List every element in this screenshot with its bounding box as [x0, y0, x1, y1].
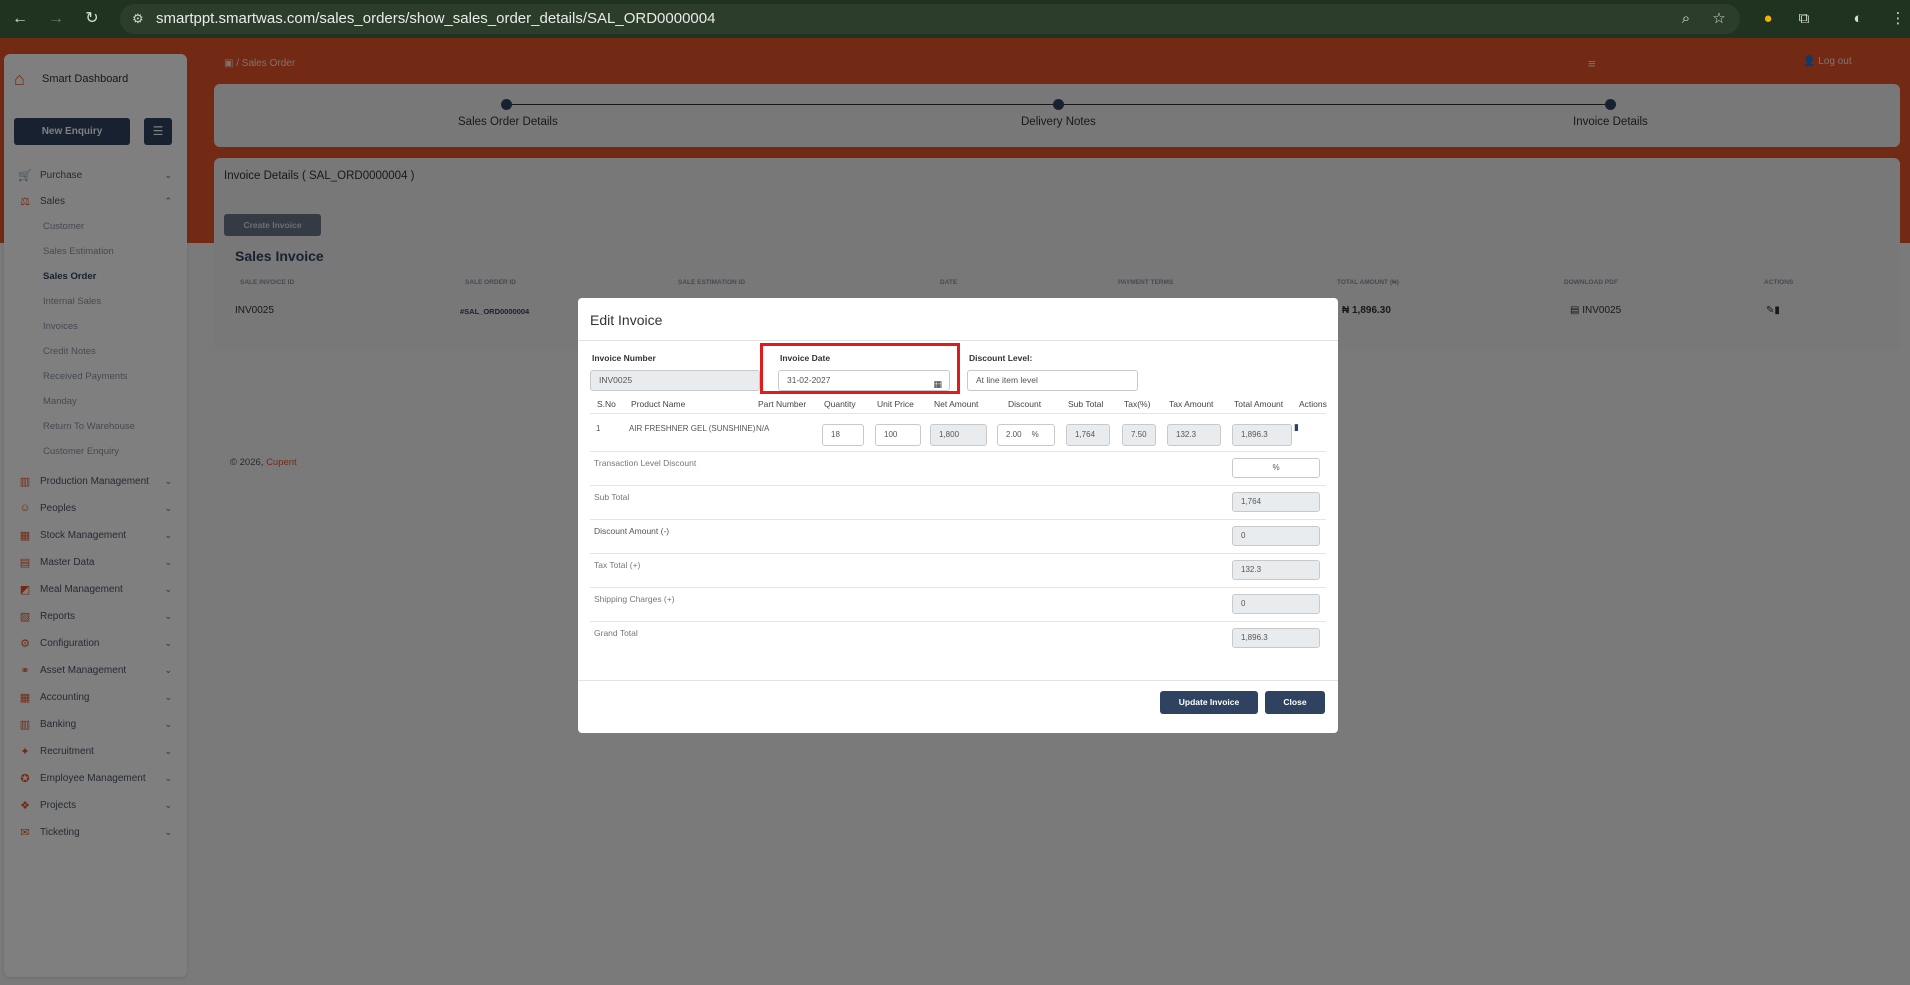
sub-total-label: Sub Total [594, 492, 630, 502]
transaction-discount-label: Transaction Level Discount [594, 458, 697, 468]
discount-level-label: Discount Level: [969, 353, 1033, 363]
invoice-number-label: Invoice Number [592, 353, 656, 363]
forward-icon[interactable]: → [46, 9, 66, 29]
line-part: N/A [756, 424, 770, 433]
close-button[interactable]: Close [1265, 691, 1325, 714]
col-part-number: Part Number [758, 399, 807, 409]
col-total-amount: Total Amount [1234, 399, 1284, 409]
col-discount: Discount [1008, 399, 1042, 409]
tax-amount-field: 132.3 [1167, 424, 1221, 446]
shipping-label: Shipping Charges (+) [594, 594, 675, 604]
unit-price-input[interactable]: 100 [875, 424, 921, 446]
col-tax-amount: Tax Amount [1169, 399, 1214, 409]
shipping-summary[interactable]: 0 [1232, 594, 1320, 614]
col-product-name: Product Name [631, 399, 686, 409]
invoice-number-field[interactable]: INV0025 [590, 370, 760, 391]
line-product: AIR FRESHNER GEL (SUNSHINE) [629, 424, 756, 433]
total-amount-field: 1,896.3 [1232, 424, 1292, 446]
grand-total-label: Grand Total [594, 628, 638, 638]
row-divider [590, 621, 1326, 622]
modal-title: Edit Invoice [590, 312, 663, 328]
back-icon[interactable]: ← [10, 9, 30, 29]
grand-total-summary: 1,896.3 [1232, 628, 1320, 648]
modal-header-divider [578, 340, 1338, 341]
url-text: smartppt.smartwas.com/sales_orders/show_… [156, 10, 716, 27]
col-tax-pct: Tax(%) [1124, 399, 1151, 409]
row-divider [590, 485, 1326, 486]
col-sno: S.No [597, 399, 616, 409]
edit-invoice-modal: Edit Invoice Invoice Number INV0025 Invo… [578, 298, 1338, 733]
col-sub-total: Sub Total [1068, 399, 1104, 409]
line-sno: 1 [596, 424, 601, 433]
modal-footer-divider [578, 680, 1338, 681]
sub-total-field: 1,764 [1066, 424, 1110, 446]
col-actions: Actions [1299, 399, 1327, 409]
tax-pct-field: 7.50 [1122, 424, 1156, 446]
discount-input[interactable]: 2.00% [997, 424, 1055, 446]
table-header-divider [590, 413, 1326, 414]
net-amount-field: 1,800 [930, 424, 987, 446]
quantity-input[interactable]: 18 [822, 424, 864, 446]
extensions-puzzle-icon[interactable]: ⧉ [1794, 9, 1814, 29]
transaction-discount-input[interactable]: % [1232, 458, 1320, 478]
zoom-icon[interactable]: ⌕ [1676, 9, 1696, 29]
tax-total-summary: 132.3 [1232, 560, 1320, 580]
discount-amount-summary: 0 [1232, 526, 1320, 546]
row-divider [590, 587, 1326, 588]
extension-icon[interactable]: ● [1758, 9, 1778, 29]
bookmark-star-icon[interactable]: ☆ [1709, 9, 1729, 29]
col-unit-price: Unit Price [877, 399, 914, 409]
row-divider [590, 451, 1326, 452]
col-net-amount: Net Amount [934, 399, 979, 409]
sub-total-summary: 1,764 [1232, 492, 1320, 512]
discount-amount-label: Discount Amount (-) [594, 526, 670, 536]
row-divider [590, 519, 1326, 520]
more-menu-icon[interactable]: ⋮ [1888, 9, 1908, 29]
col-quantity: Quantity [824, 399, 856, 409]
site-info-icon[interactable]: ⚙ [132, 11, 148, 27]
profile-avatar-icon[interactable]: ◐ [1848, 9, 1868, 29]
highlight-box [760, 343, 960, 394]
browser-toolbar: ← → ↻ ⚙ smartppt.smartwas.com/sales_orde… [0, 0, 1910, 38]
reload-icon[interactable]: ↻ [82, 9, 102, 29]
update-invoice-button[interactable]: Update Invoice [1160, 691, 1258, 714]
tax-total-label: Tax Total (+) [594, 560, 641, 570]
delete-line-icon[interactable]: ▮ [1294, 422, 1299, 433]
row-divider [590, 553, 1326, 554]
discount-level-select[interactable]: At line item level [967, 370, 1138, 391]
